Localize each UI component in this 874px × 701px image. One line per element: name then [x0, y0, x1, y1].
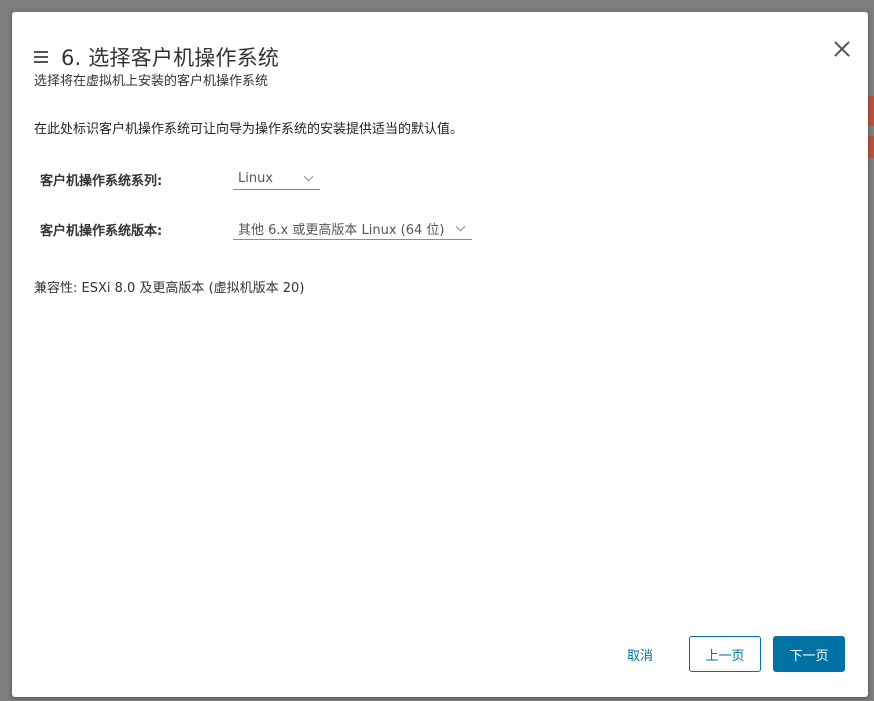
back-button[interactable]: 上一页 — [689, 636, 761, 672]
next-button[interactable]: 下一页 — [773, 636, 845, 672]
intro-text: 在此处标识客户机操作系统可让向导为操作系统的安装提供适当的默认值。 — [34, 122, 464, 137]
chevron-down-icon — [455, 221, 466, 232]
chevron-down-icon — [303, 171, 314, 182]
os-family-label: 客户机操作系统系列: — [40, 173, 163, 189]
dialog-title: 6. 选择客户机操作系统 — [61, 46, 280, 70]
os-version-row: 客户机操作系统版本: 其他 6.x 或更高版本 Linux (64 位) — [40, 218, 472, 240]
background-accent — [868, 96, 874, 126]
os-version-select[interactable]: 其他 6.x 或更高版本 Linux (64 位) — [233, 218, 472, 240]
os-family-value: Linux — [238, 171, 274, 186]
menu-icon[interactable] — [34, 51, 48, 63]
guest-os-dialog: 6. 选择客户机操作系统 选择将在虚拟机上安装的客户机操作系统 在此处标识客户机… — [12, 12, 868, 697]
os-version-value: 其他 6.x 或更高版本 Linux (64 位) — [238, 223, 445, 238]
dialog-subtitle: 选择将在虚拟机上安装的客户机操作系统 — [34, 74, 269, 89]
close-icon[interactable] — [833, 40, 851, 58]
cancel-button[interactable]: 取消 — [614, 636, 666, 672]
compatibility-text: 兼容性: ESXi 8.0 及更高版本 (虚拟机版本 20) — [34, 281, 305, 296]
os-family-select[interactable]: Linux — [233, 168, 320, 190]
os-version-label: 客户机操作系统版本: — [40, 223, 163, 239]
os-family-row: 客户机操作系统系列: Linux — [40, 168, 320, 190]
background-accent — [868, 136, 874, 158]
dialog-header: 6. 选择客户机操作系统 — [34, 42, 279, 72]
